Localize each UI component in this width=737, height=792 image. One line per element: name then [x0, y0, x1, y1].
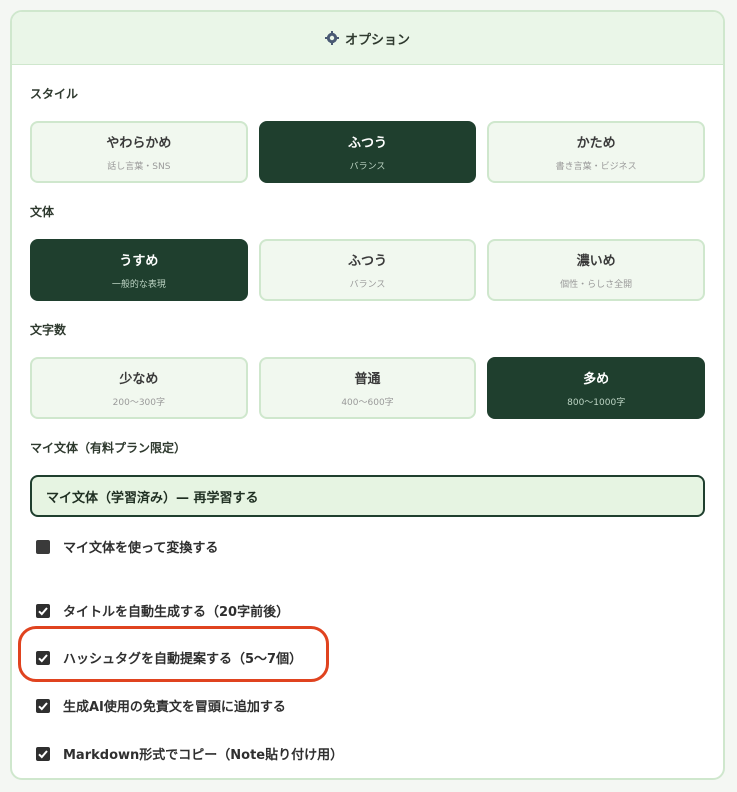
- option-title: ふつう: [348, 136, 388, 151]
- option-sub: 400〜600字: [341, 398, 394, 408]
- checkbox-label: タイトルを自動生成する（20字前後）: [63, 605, 290, 620]
- option-title: 濃いめ: [576, 254, 616, 269]
- option-auto-title-row[interactable]: タイトルを自動生成する（20字前後）: [30, 601, 705, 620]
- length-label: 文字数: [30, 323, 67, 337]
- length-options: 少なめ 200〜300字 普通 400〜600字 多め 800〜1000字: [30, 357, 706, 419]
- option-sub: 話し言葉・SNS: [107, 162, 171, 172]
- option-title: ふつう: [348, 254, 388, 269]
- tone-option-strong[interactable]: 濃いめ 個性・らしさ全開: [487, 239, 706, 301]
- option-title: かため: [576, 136, 616, 151]
- style-option-soft[interactable]: やわらかめ 話し言葉・SNS: [30, 121, 248, 183]
- style-options: やわらかめ 話し言葉・SNS ふつう バランス かため 書き言葉・ビジネス: [30, 121, 706, 183]
- option-title: 多め: [583, 372, 610, 387]
- checkmark-icon: [38, 749, 48, 758]
- length-option-short[interactable]: 少なめ 200〜300字: [30, 357, 248, 419]
- option-markdown-row[interactable]: Markdown形式でコピー（Note貼り付け用）: [30, 744, 705, 763]
- tone-option-normal[interactable]: ふつう バランス: [258, 239, 477, 301]
- option-sub: バランス: [349, 162, 386, 172]
- option-title: うすめ: [119, 254, 159, 269]
- checkbox-label: Markdown形式でコピー（Note貼り付け用）: [63, 748, 344, 763]
- panel-header: オプション: [12, 12, 723, 65]
- option-title: 普通: [354, 372, 381, 387]
- option-title: 少なめ: [119, 372, 159, 387]
- option-disclaimer-row[interactable]: 生成AI使用の免責文を冒頭に追加する: [30, 696, 705, 715]
- length-option-long[interactable]: 多め 800〜1000字: [487, 357, 706, 419]
- gear-icon: [324, 31, 339, 45]
- my-style-label: マイ文体（有料プラン限定）: [30, 441, 187, 455]
- checkbox-label: 生成AI使用の免責文を冒頭に追加する: [63, 700, 286, 715]
- checkmark-icon: [38, 606, 48, 615]
- tone-label: 文体: [30, 205, 55, 219]
- option-sub: 個性・らしさ全開: [560, 280, 633, 290]
- option-sub: バランス: [349, 280, 386, 290]
- option-sub: 書き言葉・ビジネス: [555, 162, 637, 172]
- use-my-style-row[interactable]: マイ文体を使って変換する: [30, 537, 705, 556]
- auto-title-checkbox[interactable]: [36, 603, 50, 618]
- disclaimer-checkbox[interactable]: [36, 698, 50, 713]
- option-sub: 200〜300字: [112, 398, 166, 408]
- style-label: スタイル: [30, 87, 79, 101]
- use-my-style-checkbox[interactable]: [36, 539, 50, 554]
- option-title: やわらかめ: [106, 136, 172, 151]
- highlight-annotation: [18, 626, 329, 682]
- markdown-checkbox[interactable]: [36, 746, 50, 761]
- tone-options: うすめ 一般的な表現 ふつう バランス 濃いめ 個性・らしさ全開: [30, 239, 706, 301]
- length-option-normal[interactable]: 普通 400〜600字: [258, 357, 477, 419]
- checkbox-label: マイ文体を使って変換する: [63, 541, 219, 556]
- checkmark-icon: [38, 701, 48, 710]
- relearn-my-style-button[interactable]: マイ文体（学習済み）— 再学習する: [30, 475, 705, 517]
- style-option-formal[interactable]: かため 書き言葉・ビジネス: [487, 121, 706, 183]
- option-sub: 800〜1000字: [567, 398, 626, 408]
- panel-title: オプション: [344, 32, 410, 48]
- style-option-normal[interactable]: ふつう バランス: [258, 121, 477, 183]
- tone-option-light[interactable]: うすめ 一般的な表現: [30, 239, 248, 301]
- option-sub: 一般的な表現: [111, 280, 166, 290]
